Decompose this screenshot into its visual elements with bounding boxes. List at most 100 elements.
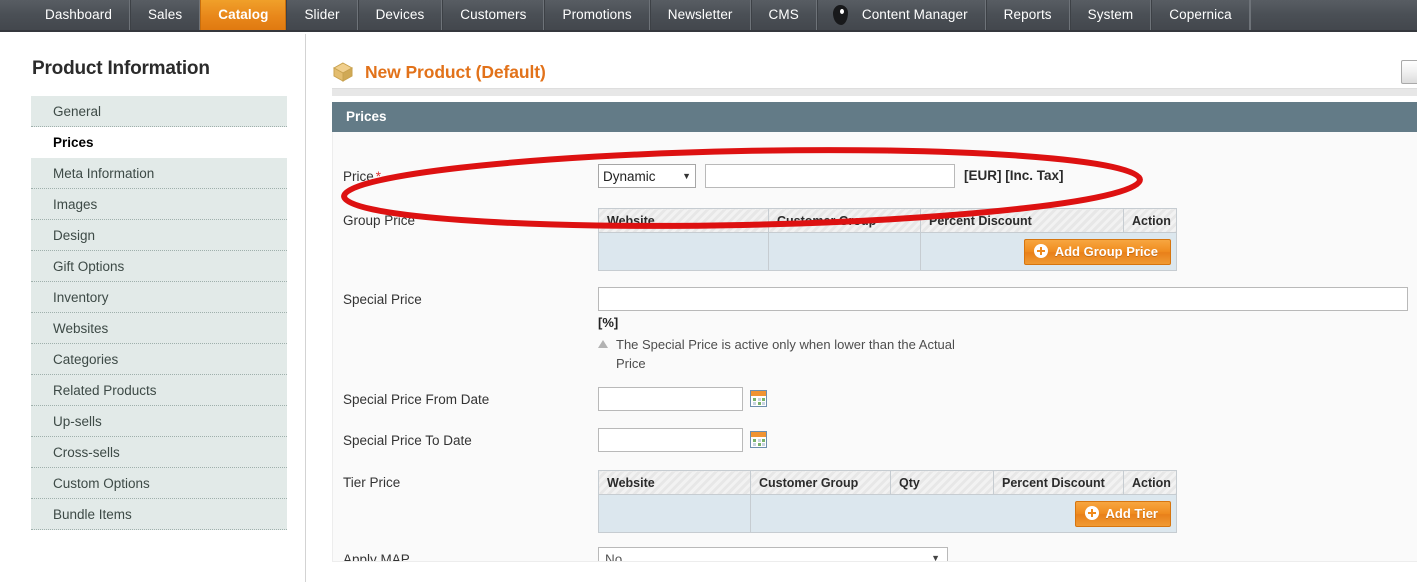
nav-item-dashboard[interactable]: Dashboard (28, 0, 130, 30)
sidebar-item-meta-information[interactable]: Meta Information (31, 158, 287, 189)
special-price-to-input[interactable] (598, 428, 743, 452)
col-customer-group: Customer Group (750, 470, 891, 495)
sidebar-item-label: Design (53, 228, 96, 243)
add-group-price-label: Add Group Price (1054, 243, 1158, 259)
nav-label: Dashboard (45, 7, 112, 23)
sidebar-item-images[interactable]: Images (31, 189, 287, 220)
table-header-row: Website Customer Group Qty Percent Disco… (598, 470, 1177, 495)
col-percent-discount: Percent Discount (920, 208, 1124, 233)
price-type-select[interactable]: Dynamic ▼ (598, 164, 696, 188)
nav-item-devices[interactable]: Devices (357, 0, 443, 30)
nav-label: Catalog (218, 7, 269, 23)
page-title: New Product (Default) (365, 61, 546, 82)
add-tier-cell: Add Tier (750, 494, 1177, 533)
nav-item-copernica[interactable]: Copernica (1151, 0, 1250, 30)
sidebar-item-cross-sells[interactable]: Cross-sells (31, 437, 287, 468)
sidebar-item-custom-options[interactable]: Custom Options (31, 468, 287, 499)
price-label: Price * (343, 169, 382, 184)
calendar-icon[interactable] (750, 390, 767, 407)
sidebar-item-inventory[interactable]: Inventory (31, 282, 287, 313)
sidebar-item-bundle-items[interactable]: Bundle Items (31, 499, 287, 530)
warning-triangle-icon (598, 340, 608, 348)
nav-item-system[interactable]: System (1069, 0, 1152, 30)
sidebar-item-label: Websites (53, 321, 109, 336)
special-price-row: Special Price [%] The Special Price is a… (333, 287, 1417, 373)
nav-item-customers[interactable]: Customers (442, 0, 545, 30)
sidebar-item-label: Up-sells (53, 414, 102, 429)
nav-item-content-manager[interactable]: Content Manager (816, 0, 986, 30)
plus-icon (1084, 506, 1099, 520)
chevron-down-icon: ▼ (682, 171, 691, 181)
sidebar-item-design[interactable]: Design (31, 220, 287, 251)
price-input[interactable] (705, 164, 955, 188)
nav-item-newsletter[interactable]: Newsletter (649, 0, 751, 30)
nav-label: Promotions (562, 7, 632, 23)
magento-admin-page: Dashboard Sales Catalog Slider Devices C… (0, 0, 1417, 582)
sidebar-item-label: Bundle Items (53, 507, 132, 522)
product-box-icon (332, 61, 354, 83)
sidebar-item-label: Meta Information (53, 166, 155, 181)
nav-item-sales[interactable]: Sales (129, 0, 201, 30)
special-price-input[interactable] (598, 287, 1408, 311)
sidebar-item-label: Gift Options (53, 259, 125, 274)
special-price-to-row: Special Price To Date (333, 428, 1417, 458)
sidebar-item-label: General (53, 104, 102, 119)
col-percent-discount: Percent Discount (993, 470, 1124, 495)
calendar-icon[interactable] (750, 431, 767, 448)
sidebar-item-categories[interactable]: Categories (31, 344, 287, 375)
add-group-price-button[interactable]: Add Group Price (1023, 238, 1171, 265)
nav-label: Slider (304, 7, 340, 23)
col-action: Action (1123, 208, 1177, 233)
nav-label: CMS (768, 7, 799, 23)
main-content: New Product (Default) Prices Price * Dyna… (307, 34, 1417, 582)
nav-item-catalog[interactable]: Catalog (200, 0, 287, 30)
sidebar-title: Product Information (32, 58, 210, 79)
sidebar-item-label: Inventory (53, 290, 109, 305)
col-website: Website (598, 470, 751, 495)
plus-icon (1033, 244, 1048, 258)
apply-map-select-wrap: No ▼ (598, 547, 948, 562)
apply-map-value: No (605, 551, 623, 562)
nav-label: Sales (147, 7, 183, 23)
add-tier-button[interactable]: Add Tier (1074, 500, 1171, 527)
table-footer-row: Add Group Price (598, 232, 1177, 271)
apply-map-select[interactable]: No (598, 547, 948, 562)
special-price-hint-text: The Special Price is active only when lo… (616, 337, 955, 371)
content-manager-logo-icon (828, 2, 854, 28)
empty-cell (598, 494, 751, 533)
sidebar-item-label: Cross-sells (53, 445, 120, 460)
sidebar-item-websites[interactable]: Websites (31, 313, 287, 344)
nav-label: System (1087, 7, 1134, 23)
col-customer-group: Customer Group (768, 208, 921, 233)
sidebar-item-label: Related Products (53, 383, 157, 398)
nav-item-promotions[interactable]: Promotions (544, 0, 650, 30)
special-price-to-label: Special Price To Date (343, 433, 472, 448)
sidebar-item-up-sells[interactable]: Up-sells (31, 406, 287, 437)
nav-label: Newsletter (667, 7, 733, 23)
nav-item-reports[interactable]: Reports (985, 0, 1070, 30)
nav-item-cms[interactable]: CMS (750, 0, 817, 30)
nav-item-slider[interactable]: Slider (286, 0, 358, 30)
header-action-button-cropped[interactable] (1401, 60, 1417, 84)
sidebar-nav-list: General Prices Meta Information Images D… (0, 96, 305, 530)
apply-map-label: Apply MAP (343, 552, 410, 562)
special-price-suffix: [%] (598, 315, 619, 330)
special-price-from-input[interactable] (598, 387, 743, 411)
sidebar-item-gift-options[interactable]: Gift Options (31, 251, 287, 282)
price-field-row: Price * Dynamic ▼ [EUR] [Inc. Tax] (333, 164, 1417, 194)
col-website: Website (598, 208, 769, 233)
tier-price-table: Website Customer Group Qty Percent Disco… (598, 470, 1177, 533)
special-price-hint: The Special Price is active only when lo… (598, 335, 963, 373)
sidebar-item-prices[interactable]: Prices (31, 127, 287, 158)
group-price-label: Group Price (343, 213, 416, 228)
nav-label: Reports (1003, 7, 1052, 23)
product-information-sidebar: Product Information General Prices Meta … (0, 34, 306, 582)
sidebar-item-general[interactable]: General (31, 96, 287, 127)
empty-cell (598, 232, 769, 271)
tier-price-label: Tier Price (343, 475, 401, 490)
sidebar-item-related-products[interactable]: Related Products (31, 375, 287, 406)
empty-cell (768, 232, 921, 271)
table-header-row: Website Customer Group Percent Discount … (598, 208, 1177, 233)
table-footer-row: Add Tier (598, 494, 1177, 533)
tier-price-row: Tier Price Website Customer Group Qty Pe… (333, 470, 1417, 533)
